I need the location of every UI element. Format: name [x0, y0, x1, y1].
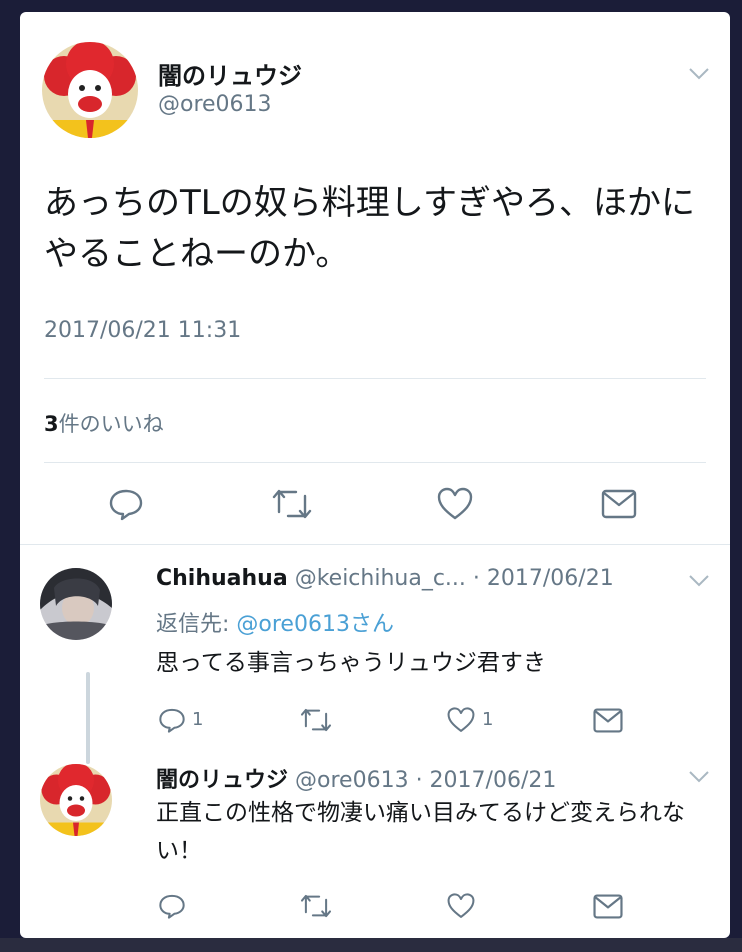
- message-button[interactable]: [600, 488, 638, 520]
- likes-label: 件のいいね: [58, 412, 164, 436]
- retweet-icon: [300, 894, 332, 918]
- tweet-text: あっちのTLの奴ら料理しすぎやろ、ほかにやることねーのか。: [44, 183, 696, 274]
- thread-line: [86, 672, 90, 764]
- reply-to-label: 返信先:: [156, 612, 237, 637]
- divider: [44, 462, 706, 463]
- message-button[interactable]: [592, 707, 624, 734]
- chevron-down-icon[interactable]: [688, 67, 710, 81]
- retweet-button[interactable]: [272, 486, 312, 522]
- like-icon: [447, 707, 475, 732]
- retweet-icon: [272, 489, 312, 519]
- reply-button[interactable]: [108, 486, 144, 522]
- author-handle[interactable]: @ore0613: [158, 92, 272, 117]
- like-button[interactable]: [436, 486, 474, 522]
- like-count: 1: [482, 709, 494, 730]
- reply-author-name[interactable]: 闇のリュウジ: [156, 768, 288, 793]
- reply-author-handle[interactable]: @ore0613: [295, 768, 409, 793]
- reply-date[interactable]: · 2017/06/21: [416, 768, 557, 793]
- retweet-button[interactable]: [300, 706, 332, 734]
- likes-summary[interactable]: 3件のいいね: [44, 408, 164, 438]
- avatar[interactable]: [40, 764, 112, 836]
- author-name[interactable]: 闇のリュウジ: [158, 56, 302, 91]
- reply-button[interactable]: [158, 892, 186, 920]
- like-button[interactable]: [446, 706, 476, 734]
- reply-author-name[interactable]: Chihuahua: [156, 566, 288, 591]
- like-icon: [447, 893, 475, 918]
- divider: [44, 378, 706, 379]
- tweet-timestamp[interactable]: 2017/06/21 11:31: [44, 318, 241, 343]
- tweet-card: 闇のリュウジ @ore0613 あっちのTLの奴ら料理しすぎやろ、ほかにやること…: [20, 12, 730, 938]
- reply-author-handle[interactable]: @keichihua_c...: [295, 566, 466, 591]
- like-button[interactable]: [446, 892, 476, 920]
- reply-date[interactable]: · 2017/06/21: [473, 566, 614, 591]
- reply-button[interactable]: [158, 706, 186, 734]
- likes-count: 3: [44, 412, 59, 436]
- divider: [20, 544, 730, 545]
- chevron-down-icon[interactable]: [688, 770, 710, 784]
- reply-to: 返信先: @ore0613さん: [156, 606, 394, 638]
- retweet-button[interactable]: [300, 892, 332, 920]
- reply-icon: [109, 489, 143, 521]
- avatar[interactable]: [42, 42, 138, 138]
- message-icon: [593, 708, 623, 733]
- retweet-icon: [300, 708, 332, 732]
- frame-bottom-bar: [0, 938, 742, 952]
- message-icon: [601, 489, 637, 519]
- reply-to-mention[interactable]: @ore0613さん: [236, 612, 394, 637]
- reply-icon: [159, 894, 185, 919]
- reply-icon: [159, 708, 185, 733]
- reply-text: 思ってる事言っちゃうリュウジ君すき: [156, 650, 546, 676]
- reply-text: 正直この性格で物凄い痛い目みてるけど変えられない！: [156, 800, 685, 864]
- message-button[interactable]: [592, 893, 624, 920]
- chevron-down-icon[interactable]: [688, 574, 710, 588]
- reply-header: Chihuahua @keichihua_c... · 2017/06/21: [156, 566, 614, 591]
- like-icon: [437, 487, 473, 520]
- reply-header: 闇のリュウジ @ore0613 · 2017/06/21: [156, 762, 556, 794]
- avatar[interactable]: [40, 568, 112, 640]
- message-icon: [593, 894, 623, 919]
- reply-count: 1: [192, 709, 204, 730]
